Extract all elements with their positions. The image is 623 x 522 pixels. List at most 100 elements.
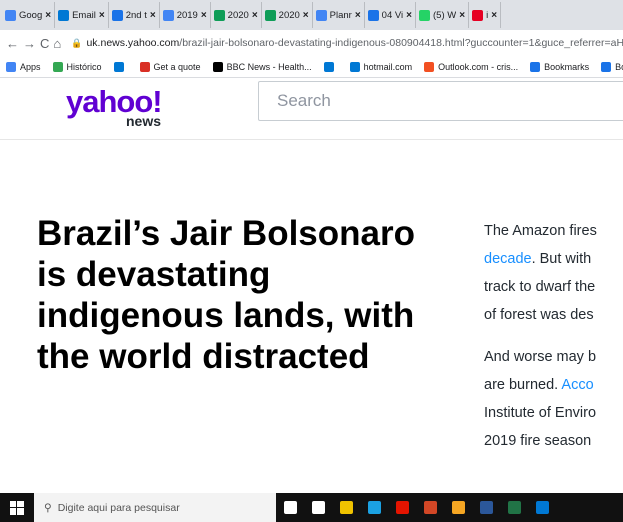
- article-headline: Brazil’s Jair Bolsonaro is devastating i…: [37, 214, 415, 376]
- bookmarks-bar: Apps Histórico Get a quote BBC News - Healt…: [0, 56, 623, 78]
- tab-close-icon[interactable]: ×: [406, 10, 412, 21]
- bookmark-icon: [530, 61, 541, 72]
- reload-icon[interactable]: C: [40, 36, 49, 51]
- taskbar-app-icon[interactable]: [416, 493, 444, 522]
- bookmark-icon: [113, 61, 124, 72]
- bookmark-label: Boo: [615, 61, 623, 72]
- taskbar-search-input[interactable]: ⚲ Digite aqui para pesquisar: [34, 493, 276, 522]
- browser-tab[interactable]: Planr ×: [313, 2, 365, 28]
- bookmark-item[interactable]: [113, 61, 128, 72]
- bookmark-icon: [323, 61, 334, 72]
- bookmark-icon: [424, 61, 435, 72]
- decade-link[interactable]: decade: [484, 251, 532, 267]
- browser-tab[interactable]: Email ×: [55, 2, 109, 28]
- tab-close-icon[interactable]: ×: [355, 10, 361, 21]
- article-body: The Amazon fires decade. But with track …: [484, 217, 623, 469]
- browser-tab[interactable]: 04 Vi ×: [365, 2, 416, 28]
- tab-label: 2020: [227, 9, 249, 21]
- yahoo-news-logo[interactable]: yahoo! news: [62, 84, 192, 132]
- tab-label: 2019: [176, 9, 198, 21]
- bookmark-item[interactable]: Bookmarks: [530, 61, 590, 72]
- windows-start-icon[interactable]: [0, 493, 34, 522]
- bookmark-icon: [52, 61, 63, 72]
- tab-close-icon[interactable]: ×: [459, 10, 465, 21]
- taskbar-app-icon[interactable]: [332, 493, 360, 522]
- bookmark-icon: [212, 61, 223, 72]
- taskbar-app-icon[interactable]: [500, 493, 528, 522]
- tab-close-icon[interactable]: ×: [491, 10, 497, 21]
- logo-subtext: news: [126, 113, 162, 129]
- tab-label: 2nd t: [125, 9, 147, 21]
- paragraph-2: And worse may b are burned. Acco Institu…: [484, 343, 623, 455]
- bookmark-label: Outlook.com - cris...: [438, 61, 519, 72]
- tab-favicon-icon: [213, 9, 225, 21]
- p2-line-3: Institute of Enviro: [484, 405, 597, 421]
- back-icon[interactable]: ←: [6, 36, 19, 51]
- tab-label: 2020: [278, 9, 300, 21]
- tab-favicon-icon: [472, 9, 484, 21]
- tab-favicon-icon: [264, 9, 276, 21]
- forward-icon[interactable]: →: [23, 36, 36, 51]
- browser-tab[interactable]: 2020 ×: [211, 2, 262, 28]
- tab-label: 04 Vi: [381, 9, 404, 21]
- bookmark-item[interactable]: Get a quote: [139, 61, 201, 72]
- browser-tab[interactable]: Goog ×: [2, 2, 56, 28]
- p2-line-2: are burned.: [484, 377, 562, 393]
- address-bar: ← → C ⌂ 🔒 uk.news.yahoo.com/brazil-jair-…: [0, 30, 623, 56]
- tab-label: Goog: [19, 9, 43, 21]
- tab-label: i: [486, 9, 489, 21]
- taskbar-app-icon[interactable]: [276, 493, 304, 522]
- taskbar-app-icon[interactable]: [528, 493, 556, 522]
- tab-close-icon[interactable]: ×: [252, 10, 258, 21]
- browser-tab[interactable]: 2019 ×: [160, 2, 211, 28]
- bookmark-label: Bookmarks: [544, 61, 590, 72]
- lock-icon[interactable]: 🔒: [71, 38, 82, 49]
- tab-favicon-icon: [5, 9, 16, 21]
- taskbar-app-icon[interactable]: [388, 493, 416, 522]
- bookmark-item[interactable]: BBC News - Health...: [212, 61, 312, 72]
- taskbar-app-icon[interactable]: [304, 493, 332, 522]
- tab-close-icon[interactable]: ×: [303, 10, 309, 21]
- taskbar-app-icon[interactable]: [360, 493, 388, 522]
- tab-close-icon[interactable]: ×: [150, 10, 156, 21]
- bookmark-label: hotmail.com: [363, 61, 413, 72]
- site-header: yahoo! news Search: [0, 78, 623, 140]
- p1-line-2-rest: . But with: [531, 251, 592, 267]
- tab-close-icon[interactable]: ×: [99, 10, 105, 21]
- search-placeholder: Search: [277, 91, 331, 110]
- url-path: /brazil-jair-bolsonaro-devastating-indig…: [179, 37, 623, 49]
- taskbar-app-icon[interactable]: [444, 493, 472, 522]
- p1-line-4: of forest was des: [484, 307, 594, 323]
- taskbar-apps: [276, 493, 556, 522]
- bookmark-item[interactable]: Apps: [6, 61, 41, 72]
- bookmark-item[interactable]: [323, 61, 338, 72]
- bookmark-icon: [6, 61, 16, 72]
- tab-close-icon[interactable]: ×: [201, 10, 207, 21]
- bookmark-item[interactable]: Boo: [601, 61, 623, 72]
- p2-line-4: 2019 fire season: [484, 433, 592, 449]
- bookmark-label: BBC News - Health...: [226, 61, 312, 72]
- bookmark-label: Histórico: [66, 61, 102, 72]
- bookmark-icon: [601, 61, 612, 72]
- tab-favicon-icon: [419, 9, 430, 21]
- p1-line-1: The Amazon fires: [484, 223, 597, 239]
- bookmark-item[interactable]: Outlook.com - cris...: [424, 61, 519, 72]
- browser-tab[interactable]: 2nd t ×: [109, 2, 160, 28]
- home-icon[interactable]: ⌂: [53, 36, 61, 51]
- tab-close-icon[interactable]: ×: [45, 10, 51, 21]
- taskbar-app-icon[interactable]: [472, 493, 500, 522]
- tab-favicon-icon: [58, 9, 70, 21]
- bookmark-icon: [349, 61, 360, 72]
- according-link[interactable]: Acco: [561, 377, 593, 393]
- search-input[interactable]: Search: [258, 81, 623, 121]
- bookmark-item[interactable]: Histórico: [52, 61, 102, 72]
- url-field[interactable]: uk.news.yahoo.com/brazil-jair-bolsonaro-…: [86, 37, 623, 49]
- tab-label: (5) W: [433, 9, 457, 21]
- bookmark-item[interactable]: hotmail.com: [349, 61, 413, 72]
- paragraph-1: The Amazon fires decade. But with track …: [484, 217, 623, 329]
- bookmark-label: Apps: [20, 61, 41, 72]
- search-icon: ⚲: [44, 501, 52, 514]
- browser-tab[interactable]: 2020 ×: [262, 2, 313, 28]
- browser-tab[interactable]: (5) W ×: [416, 2, 470, 28]
- browser-tab[interactable]: i ×: [469, 2, 502, 28]
